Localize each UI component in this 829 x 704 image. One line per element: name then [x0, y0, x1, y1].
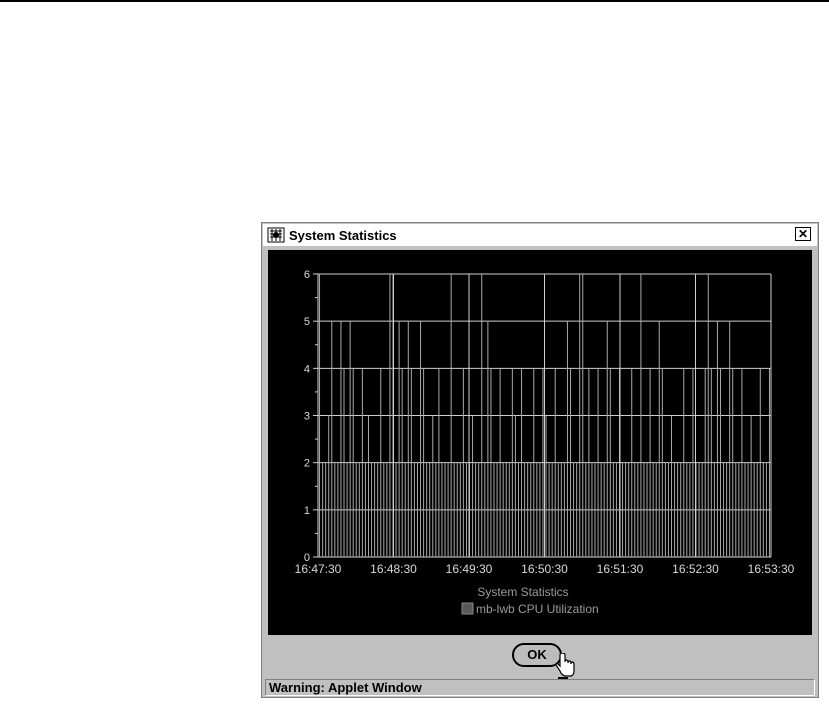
x-tick-label: 16:49:30 [446, 562, 493, 576]
y-tick-label: 6 [304, 269, 310, 281]
close-button[interactable]: ✕ [795, 227, 811, 241]
title-bar[interactable]: System Statistics ✕ [263, 224, 817, 246]
y-tick-label: 4 [304, 363, 310, 375]
close-icon: ✕ [797, 227, 809, 241]
applet-window-icon [267, 227, 285, 243]
y-tick-label: 3 [304, 411, 310, 423]
y-tick-label: 2 [304, 458, 310, 470]
x-tick-label: 16:53:30 [748, 562, 795, 576]
system-statistics-window: System Statistics ✕ 0 1 2 3 4 5 6 16:47:30 16:48… [261, 222, 819, 698]
legend-title: System Statistics [477, 585, 568, 599]
button-area: OK [262, 637, 818, 679]
top-divider-line [0, 0, 829, 2]
chart-panel: 0 1 2 3 4 5 6 16:47:30 16:48:30 16:49:30 16:50:30 1… [268, 250, 812, 635]
legend-swatch [461, 602, 474, 615]
status-bar: Warning: Applet Window [265, 679, 815, 696]
x-tick-label: 16:48:30 [370, 562, 417, 576]
hand-pointer-icon [555, 653, 575, 679]
x-tick-label: 16:52:30 [672, 562, 719, 576]
cpu-utilization-chart: 012345616:47:30 16:48:30 16:49:30 16:50:30 1… [295, 269, 795, 616]
x-tick-label: 16:47:30 [295, 562, 342, 576]
y-tick-label: 5 [304, 316, 310, 328]
y-tick-label: 1 [304, 505, 310, 517]
window-title: System Statistics [289, 227, 397, 243]
x-tick-label: 16:50:30 [521, 562, 568, 576]
legend-label: mb-lwb CPU Utilization [476, 602, 599, 616]
x-tick-label: 16:51:30 [597, 562, 644, 576]
status-warning-text: Warning: Applet Window [269, 680, 422, 695]
